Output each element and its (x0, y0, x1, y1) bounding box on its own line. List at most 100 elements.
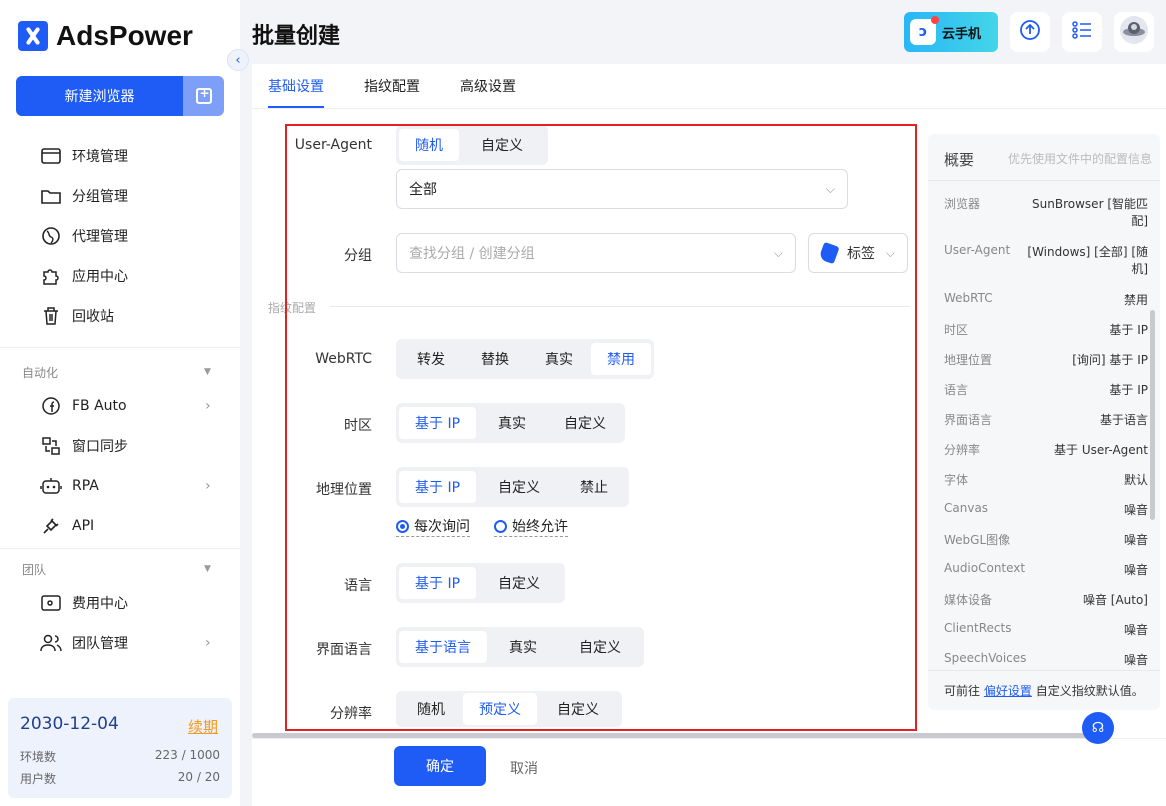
summary-footer-prefix: 可前往 (944, 684, 981, 698)
tag-icon (818, 241, 840, 265)
task-list-button[interactable] (1062, 12, 1102, 52)
language-option-ip[interactable]: 基于 IP (399, 567, 477, 599)
webrtc-option-real[interactable]: 真实 (527, 343, 591, 375)
geolocation-option-custom[interactable]: 自定义 (476, 471, 562, 503)
summary-value: 噪音 (1123, 533, 1148, 547)
geo-radio-always[interactable]: 始终允许 (494, 516, 568, 537)
webrtc-option-disabled[interactable]: 禁用 (591, 343, 651, 375)
summary-value: 噪音 (1123, 653, 1148, 667)
cloud-phone-button[interactable]: ↄ 云手机 (904, 12, 998, 52)
webrtc-option-replace[interactable]: 替换 (463, 343, 527, 375)
team-section-title: 团队 (22, 563, 47, 577)
summary-divider (928, 180, 1160, 181)
sidebar-item-group[interactable]: 分组管理 (40, 184, 128, 208)
sidebar-item-window-sync[interactable]: 窗口同步 (40, 434, 128, 458)
ui-language-option-language[interactable]: 基于语言 (399, 631, 487, 663)
user-agent-option-custom[interactable]: 自定义 (459, 129, 545, 161)
language-option-custom[interactable]: 自定义 (476, 567, 562, 599)
summary-value: 基于 User-Agent (1054, 443, 1148, 457)
collapse-sidebar-button[interactable]: ‹ (227, 49, 249, 71)
summary-key: WebGL图像 (944, 533, 1011, 547)
summary-value: SunBrowser [智能匹 (1032, 197, 1148, 211)
timezone-option-custom[interactable]: 自定义 (548, 407, 622, 439)
upload-button[interactable] (1010, 12, 1050, 52)
sidebar-item-label: FB Auto (72, 398, 127, 414)
user-avatar-button[interactable] (1114, 12, 1154, 52)
sidebar-item-team[interactable]: 团队管理 › (40, 631, 211, 655)
summary-row-ui-language: 界面语言 基于语言 (944, 411, 1148, 428)
adspower-logo-icon (18, 21, 48, 51)
summary-value: 噪音 (1123, 563, 1148, 577)
sidebar-divider (0, 548, 240, 549)
summary-key: 字体 (944, 473, 969, 487)
timezone-option-real[interactable]: 真实 (476, 407, 548, 439)
new-browser-button[interactable]: 新建浏览器 (16, 76, 183, 116)
sidebar-item-trash[interactable]: 回收站 (40, 304, 114, 328)
summary-key: SpeechVoices (944, 651, 1027, 665)
summary-row-browser: 浏览器 SunBrowser [智能匹 配] (944, 195, 1148, 229)
tab-basic-settings[interactable]: 基础设置 (268, 76, 324, 96)
summary-value: [Windows] [全部] [随 (1027, 245, 1148, 259)
ui-language-option-real[interactable]: 真实 (487, 631, 559, 663)
caret-down-icon[interactable]: ▼ (204, 564, 211, 574)
chevron-right-icon: › (205, 635, 211, 651)
window-sync-icon (40, 436, 62, 456)
ui-language-option-custom[interactable]: 自定义 (559, 631, 641, 663)
sidebar-item-proxy[interactable]: 代理管理 (40, 224, 128, 248)
upload-circle-icon (1019, 19, 1041, 45)
summary-key: 分辨率 (944, 443, 981, 457)
summary-key: Canvas (944, 501, 989, 515)
geolocation-option-block[interactable]: 禁止 (562, 471, 626, 503)
summary-key: 界面语言 (944, 413, 993, 427)
summary-key: 浏览器 (944, 197, 981, 211)
renew-link[interactable]: 续期 (188, 716, 218, 737)
sidebar-item-label: 费用中心 (72, 596, 128, 612)
tag-select[interactable]: 标签 ⌵ (808, 233, 908, 273)
summary-value: 基于语言 (1099, 413, 1148, 427)
sidebar-item-api[interactable]: API (40, 514, 94, 538)
summary-value: 禁用 (1123, 293, 1148, 307)
timezone-option-ip[interactable]: 基于 IP (399, 407, 477, 439)
cancel-button[interactable]: 取消 (510, 758, 538, 778)
caret-down-icon[interactable]: ▼ (204, 367, 211, 377)
summary-footer-suffix: 自定义指纹默认值。 (1035, 684, 1144, 698)
radio-unchecked-icon (494, 519, 507, 533)
resolution-option-custom[interactable]: 自定义 (537, 693, 619, 725)
sidebar-item-env[interactable]: 环境管理 (40, 144, 128, 168)
tab-fingerprint-config[interactable]: 指纹配置 (364, 76, 420, 96)
user-agent-label: User-Agent (294, 137, 372, 153)
confirm-button[interactable]: 确定 (394, 746, 486, 786)
user-agent-select[interactable]: 全部 ⌵ (396, 169, 848, 209)
summary-value: [询问] 基于 IP (1072, 353, 1148, 367)
resolution-option-random[interactable]: 随机 (399, 693, 463, 725)
cloud-phone-label: 云手机 (942, 26, 982, 42)
webrtc-option-forward[interactable]: 转发 (399, 343, 463, 375)
robot-icon (40, 476, 62, 496)
geolocation-option-ip[interactable]: 基于 IP (399, 471, 477, 503)
ui-language-label: 界面语言 (316, 642, 372, 658)
avatar (1119, 15, 1149, 49)
tag-select-label: 标签 (847, 246, 875, 262)
geo-radio-ask[interactable]: 每次询问 (396, 516, 470, 537)
sidebar-item-label: 回收站 (72, 309, 114, 325)
user-agent-option-random[interactable]: 随机 (399, 129, 459, 161)
group-select[interactable]: 查找分组 / 创建分组 ⌵ (396, 233, 796, 273)
batch-add-button[interactable] (183, 76, 224, 116)
summary-vertical-scrollbar[interactable] (1150, 310, 1155, 520)
sidebar-item-billing[interactable]: 费用中心 (40, 591, 128, 615)
support-chat-button[interactable]: ☊ (1082, 712, 1114, 744)
summary-row-speechvoices: SpeechVoices 噪音 (944, 651, 1148, 668)
tab-advanced-settings[interactable]: 高级设置 (460, 76, 516, 96)
app-logo[interactable]: AdsPower (18, 20, 193, 52)
summary-value: 基于 IP (1109, 383, 1148, 397)
env-count-row: 环境数 223 / 1000 (20, 748, 220, 765)
sidebar-item-apps[interactable]: 应用中心 (40, 264, 128, 288)
sidebar-item-label: RPA (72, 478, 99, 494)
resolution-option-predefined[interactable]: 预定义 (463, 693, 537, 725)
facebook-icon (40, 396, 62, 416)
ui-language-segmented: 基于语言 真实 自定义 (396, 627, 644, 667)
sidebar-item-rpa[interactable]: RPA › (40, 474, 211, 498)
preferences-link[interactable]: 偏好设置 (984, 684, 1032, 698)
sidebar-item-fb-auto[interactable]: FB Auto › (40, 394, 211, 418)
sidebar-item-label: 应用中心 (72, 269, 128, 285)
